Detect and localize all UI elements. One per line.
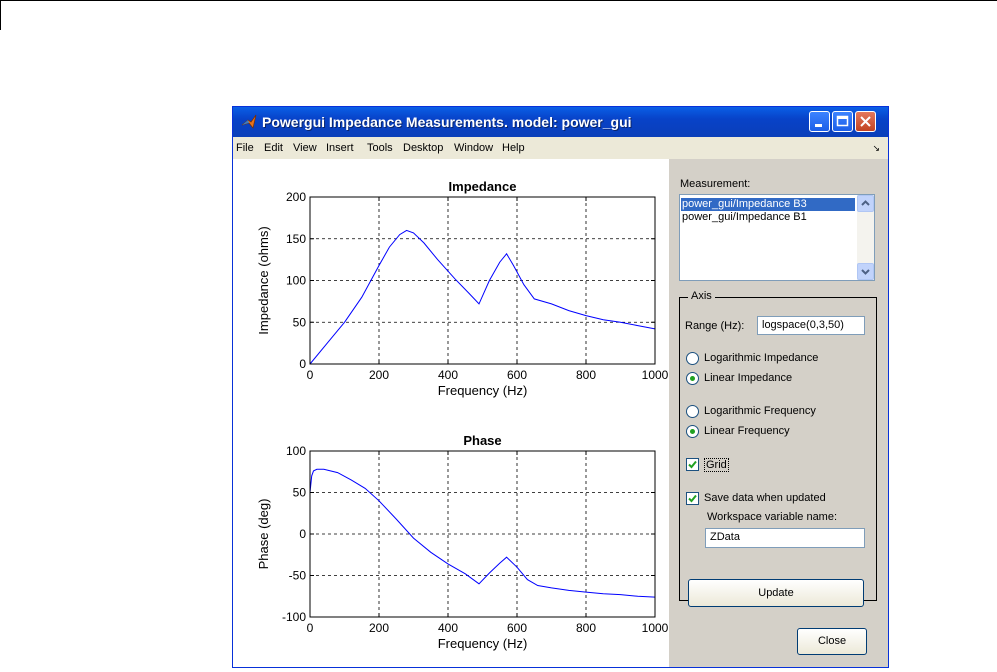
dock-arrow-icon[interactable]: ↘ xyxy=(872,143,880,154)
range-label: Range (Hz): xyxy=(685,320,745,332)
x-tick-label: 0 xyxy=(307,621,314,635)
plots-canvas: 0 200 400 600 800 1000050100150200ImpedanceFr… xyxy=(256,179,669,651)
y-tick-label: 100 xyxy=(286,274,306,288)
minimize-button[interactable] xyxy=(809,111,830,132)
menu-window[interactable]: Window xyxy=(454,142,493,154)
scroll-up-button[interactable] xyxy=(857,195,874,212)
y-axis-label: Impedance (ohms) xyxy=(256,226,271,334)
log-impedance-radio[interactable] xyxy=(686,352,699,365)
log-impedance-label[interactable]: Logarithmic Impedance xyxy=(704,352,818,364)
axis-groupbox xyxy=(679,297,877,601)
x-tick-label: 1000 xyxy=(642,368,669,382)
menu-help[interactable]: Help xyxy=(502,142,525,154)
x-tick-label: 0 xyxy=(307,368,314,382)
y-tick-label: 200 xyxy=(286,190,306,204)
x-axis-label: Frequency (Hz) xyxy=(438,383,528,398)
save-data-checkbox[interactable] xyxy=(686,492,699,505)
linear-impedance-radio[interactable] xyxy=(686,372,699,385)
grid-checkbox[interactable] xyxy=(686,458,699,471)
title-bar[interactable]: Powergui Impedance Measurements. model: … xyxy=(233,107,888,137)
y-tick-label: 150 xyxy=(286,232,306,246)
checkmark-icon xyxy=(688,494,697,503)
figure-area: 0 200 400 600 800 1000 0 50 100 150 200 Impedance Fr… xyxy=(233,159,669,667)
x-tick-label: 800 xyxy=(576,368,596,382)
close-icon xyxy=(860,116,871,127)
matlab-icon xyxy=(241,114,257,129)
axis-group-title: Axis xyxy=(688,290,715,302)
linear-frequency-label[interactable]: Linear Frequency xyxy=(704,425,790,437)
list-item[interactable]: power_gui/Impedance B3 xyxy=(681,198,855,211)
plot-area xyxy=(310,197,655,364)
page-top-rule xyxy=(0,0,997,1)
plot-area xyxy=(310,451,655,617)
close-window-button[interactable] xyxy=(855,111,876,132)
measurement-listbox[interactable]: power_gui/Impedance B3 power_gui/Impedan… xyxy=(679,194,875,281)
y-tick-label: -100 xyxy=(282,610,306,624)
log-frequency-label[interactable]: Logarithmic Frequency xyxy=(704,405,816,417)
workspace-variable-input[interactable]: ZData xyxy=(705,528,865,548)
chart-title: Phase xyxy=(463,433,501,448)
y-tick-label: 50 xyxy=(293,315,307,329)
x-tick-label: 400 xyxy=(438,368,458,382)
chevron-up-icon xyxy=(861,200,870,206)
page-left-rule xyxy=(0,0,1,30)
chart-title: Impedance xyxy=(449,179,517,194)
linear-frequency-radio[interactable] xyxy=(686,425,699,438)
x-tick-label: 200 xyxy=(369,368,389,382)
menu-view[interactable]: View xyxy=(293,142,317,154)
x-tick-label: 800 xyxy=(576,621,596,635)
maximize-button[interactable] xyxy=(832,111,853,132)
x-tick-label: 400 xyxy=(438,621,458,635)
log-frequency-radio[interactable] xyxy=(686,405,699,418)
y-axis-label: Phase (deg) xyxy=(256,499,271,570)
window-title: Powergui Impedance Measurements. model: … xyxy=(262,114,632,130)
workspace-variable-label: Workspace variable name: xyxy=(707,511,838,523)
linear-impedance-label[interactable]: Linear Impedance xyxy=(704,372,792,384)
grid-label[interactable]: Grid xyxy=(704,458,729,472)
menu-file[interactable]: File xyxy=(236,142,254,154)
menu-insert[interactable]: Insert xyxy=(326,142,354,154)
save-data-label[interactable]: Save data when updated xyxy=(704,492,826,504)
y-tick-label: -50 xyxy=(289,569,307,583)
x-tick-label: 200 xyxy=(369,621,389,635)
range-input[interactable]: logspace(0,3,50) xyxy=(757,316,865,335)
y-tick-label: 0 xyxy=(299,357,306,371)
scroll-down-button[interactable] xyxy=(857,263,874,280)
menu-desktop[interactable]: Desktop xyxy=(403,142,443,154)
x-tick-label: 600 xyxy=(507,621,527,635)
minimize-icon xyxy=(815,124,822,127)
impedance-window: Powergui Impedance Measurements. model: … xyxy=(232,106,889,668)
measurement-label: Measurement: xyxy=(680,178,751,190)
close-button[interactable]: Close xyxy=(797,628,867,655)
maximize-icon xyxy=(836,115,849,127)
menu-bar: File Edit View Insert Tools Desktop Wind… xyxy=(233,137,888,159)
x-tick-label: 600 xyxy=(507,368,527,382)
menu-edit[interactable]: Edit xyxy=(264,142,283,154)
listbox-scrollbar[interactable] xyxy=(857,195,874,280)
list-item[interactable]: power_gui/Impedance B1 xyxy=(681,211,807,224)
chevron-down-icon xyxy=(861,269,870,275)
checkmark-icon xyxy=(688,460,697,469)
x-axis-label: Frequency (Hz) xyxy=(438,636,528,651)
y-tick-label: 0 xyxy=(299,527,306,541)
x-tick-label: 1000 xyxy=(642,621,669,635)
y-tick-label: 50 xyxy=(293,486,307,500)
y-tick-label: 100 xyxy=(286,444,306,458)
update-button[interactable]: Update xyxy=(688,579,864,607)
menu-tools[interactable]: Tools xyxy=(367,142,393,154)
